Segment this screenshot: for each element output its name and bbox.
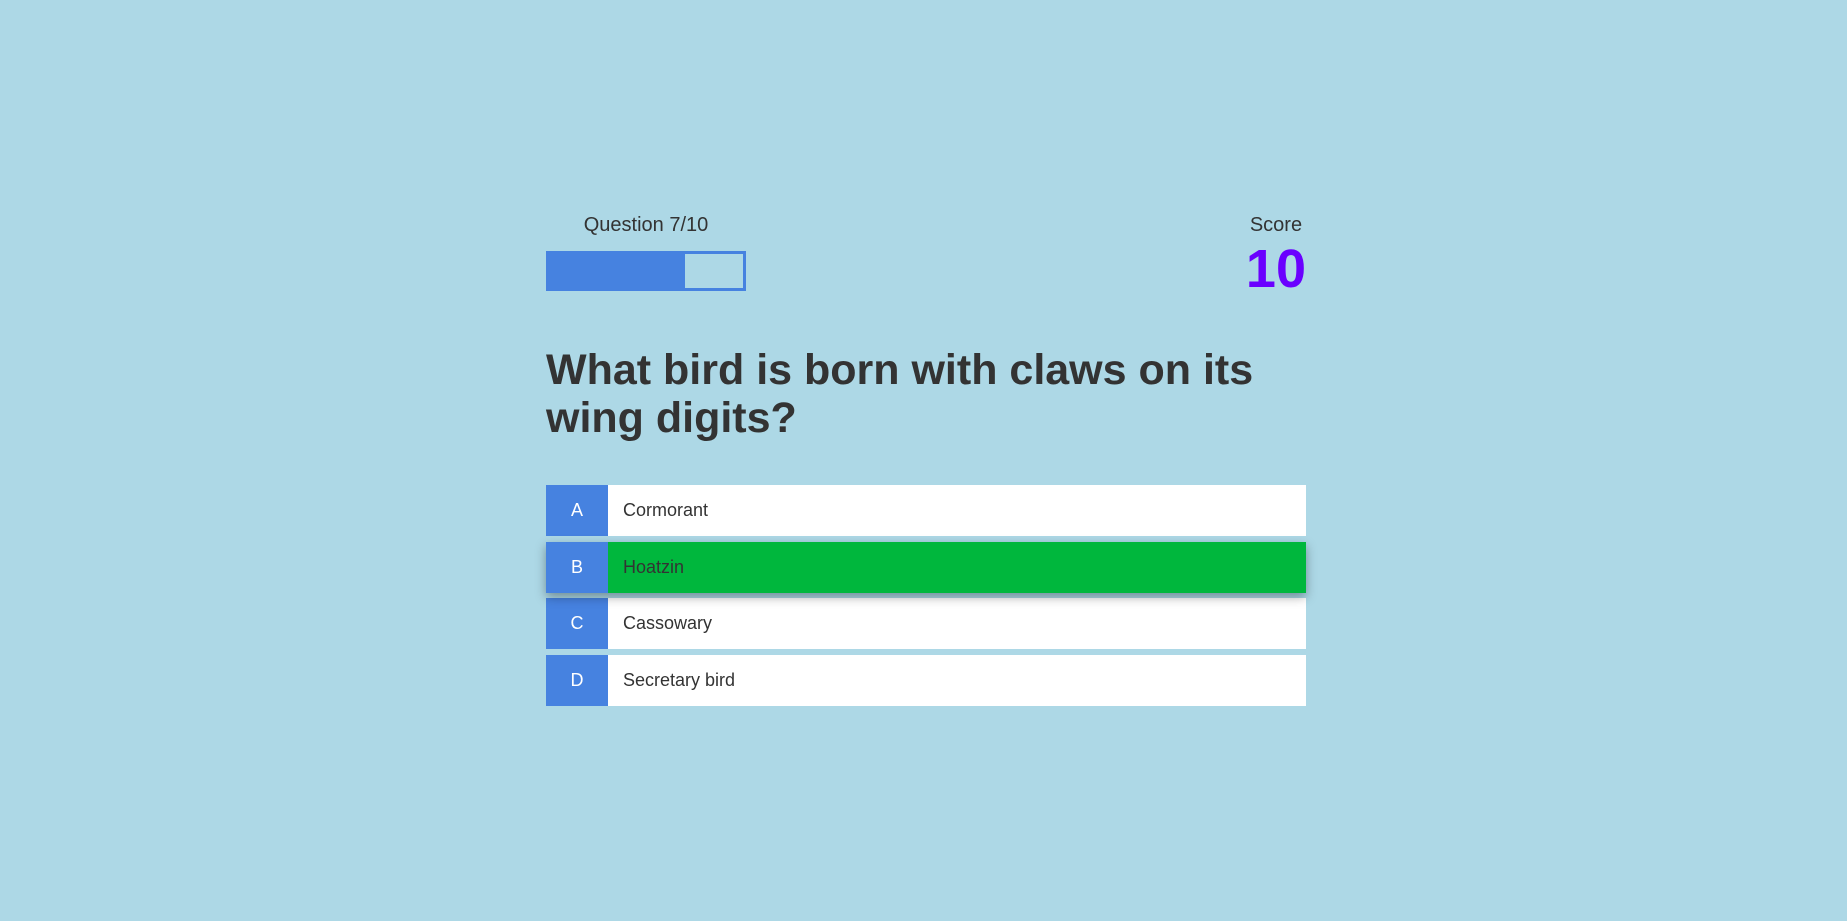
answer-choices: A Cormorant B Hoatzin C Cassowary D Secr… (546, 485, 1306, 711)
answer-choice-a[interactable]: A Cormorant (546, 485, 1306, 536)
score-value: 10 (1245, 239, 1306, 299)
choice-letter: D (546, 654, 608, 706)
choice-letter: A (546, 485, 608, 536)
choice-text: Secretary bird (623, 669, 736, 690)
choice-text: Cassowary (623, 613, 713, 633)
progress-bar-fill (549, 254, 685, 288)
quiz-header: Question 7/10 Score 10 (546, 214, 1306, 296)
progress-bar (546, 251, 746, 291)
choice-text: Hoatzin (623, 556, 685, 577)
choice-letter: B (546, 541, 608, 593)
choice-letter: C (546, 598, 608, 649)
answer-choice-b[interactable]: B Hoatzin (546, 541, 1306, 593)
answer-choice-c[interactable]: C Cassowary (546, 598, 1306, 649)
score-label: Score (1249, 214, 1303, 236)
answer-choice-d[interactable]: D Secretary bird (546, 654, 1306, 706)
question-text: What bird is born with claws on its wing… (546, 346, 1254, 442)
question-counter: Question 7/10 (583, 214, 709, 236)
score-section: Score 10 (1246, 214, 1306, 296)
choice-text: Cormorant (623, 500, 709, 520)
